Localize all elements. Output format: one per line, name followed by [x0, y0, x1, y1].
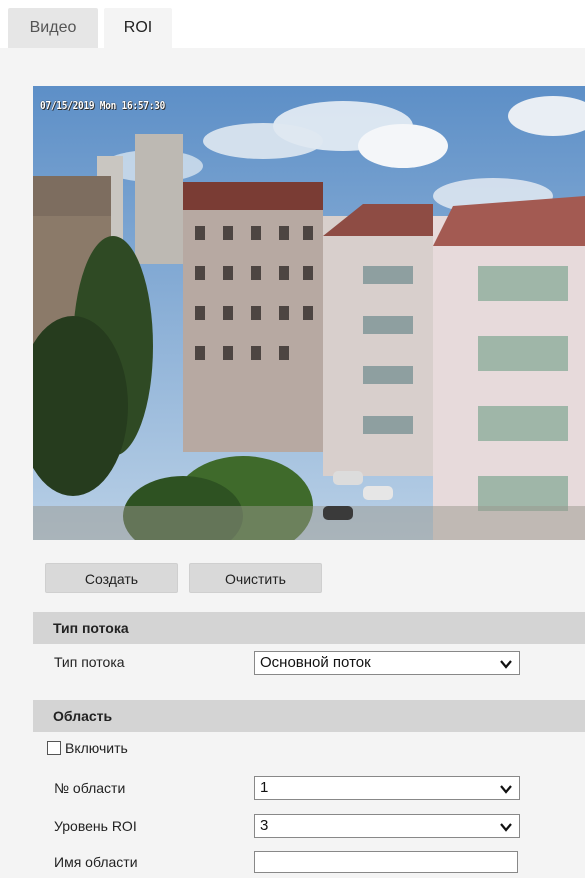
- area-number-select[interactable]: 1: [254, 776, 520, 800]
- chevron-down-icon: [500, 660, 512, 669]
- area-number-value: 1: [260, 779, 269, 796]
- section-header-area: Область: [33, 700, 585, 732]
- video-preview[interactable]: [33, 86, 585, 540]
- chevron-down-icon: [500, 785, 512, 794]
- enable-checkbox[interactable]: [47, 741, 61, 755]
- enable-label: Включить: [65, 740, 128, 756]
- stream-type-select[interactable]: Основной поток: [254, 651, 520, 675]
- osd-timestamp: 07/15/2019 Mon 16:57:30: [40, 99, 166, 112]
- stream-type-value: Основной поток: [260, 654, 371, 671]
- area-name-input[interactable]: [254, 851, 518, 873]
- tab-roi[interactable]: ROI: [104, 8, 172, 48]
- tab-bar: Видео ROI: [0, 0, 585, 48]
- tab-video[interactable]: Видео: [8, 8, 98, 48]
- roi-level-value: 3: [260, 817, 269, 834]
- stream-type-label: Тип потока: [54, 654, 125, 670]
- camera-image: [33, 86, 585, 540]
- area-number-label: № области: [54, 780, 126, 796]
- clear-button[interactable]: Очистить: [189, 563, 322, 593]
- chevron-down-icon: [500, 823, 512, 832]
- area-name-label: Имя области: [54, 854, 138, 870]
- section-header-stream-type: Тип потока: [33, 612, 585, 644]
- roi-level-label: Уровень ROI: [54, 818, 137, 834]
- roi-level-select[interactable]: 3: [254, 814, 520, 838]
- create-button[interactable]: Создать: [45, 563, 178, 593]
